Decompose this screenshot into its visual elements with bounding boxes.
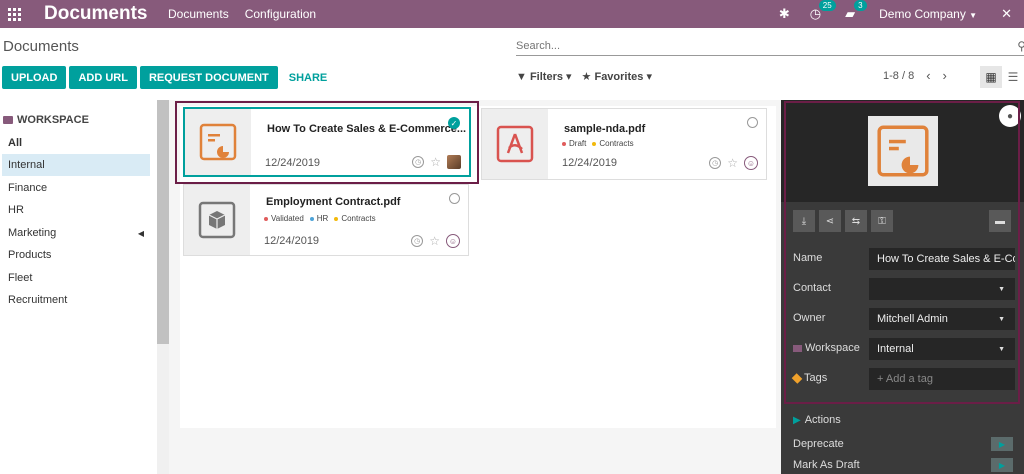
list-view-icon[interactable]: ☰ (1002, 66, 1024, 88)
messages-icon[interactable]: ▰ 3 (845, 0, 867, 22)
search-bar: ⚲ (516, 38, 1024, 56)
tag-contracts: Contracts (334, 214, 376, 223)
request-document-button[interactable]: REQUEST DOCUMENT (139, 66, 278, 89)
add-url-button[interactable]: ADD URL (69, 66, 137, 89)
activity-count-badge: 25 (818, 0, 836, 11)
sidebar-item-all[interactable]: All (2, 132, 150, 154)
actions-toggle[interactable]: ▶ Actions (793, 414, 841, 426)
tag-hr: HR (309, 214, 328, 223)
page-title: Documents (3, 38, 79, 55)
pager-value[interactable]: 1-8 / 8 (883, 70, 914, 82)
card-name[interactable]: sample-nda.pdf (564, 123, 645, 135)
action-mark-as-draft-label: Mark As Draft (793, 459, 860, 471)
chevron-down-icon: ▼ (969, 11, 978, 20)
pager: 1-8 / 8 ‹ › (883, 69, 947, 82)
archive-box-icon (198, 201, 236, 239)
tag-contracts: Contracts (592, 139, 634, 148)
menu-configuration[interactable]: Configuration (245, 7, 316, 21)
scrollbar-thumb[interactable] (157, 100, 169, 344)
caret-left-icon[interactable]: ◀ (138, 229, 144, 238)
apps-menu-icon[interactable] (0, 0, 28, 28)
sidebar-item-hr[interactable]: HR (2, 199, 150, 221)
star-icon[interactable]: ☆ (429, 235, 440, 247)
play-icon: ▶ (793, 414, 801, 426)
messages-count-badge: 3 (854, 0, 867, 11)
sidebar-item-marketing[interactable]: Marketing ◀ (2, 222, 150, 244)
sidebar-item-internal[interactable]: Internal (2, 154, 150, 176)
card-thumbnail (482, 109, 548, 179)
pager-next-icon[interactable]: › (943, 69, 947, 82)
tag-draft: Draft (562, 139, 586, 148)
sidebar-item-recruitment[interactable]: Recruitment (2, 289, 150, 311)
kanban-view-icon[interactable]: ▦ (980, 66, 1002, 88)
activity-clock-icon[interactable]: ◷ 25 (810, 0, 836, 22)
upload-button[interactable]: UPLOAD (2, 66, 67, 89)
action-deprecate-label: Deprecate (793, 438, 844, 450)
activity-clock-icon[interactable]: ◷ (709, 157, 722, 169)
run-mark-as-draft-button[interactable]: ▶ (991, 458, 1013, 472)
top-navbar: Documents Documents Configuration ✱ ◷ 25 … (0, 0, 1024, 28)
avatar: ☺ (744, 156, 758, 170)
bug-icon[interactable]: ✱ (779, 6, 790, 22)
tag-validated: Validated (264, 214, 304, 223)
filters-dropdown[interactable]: ▼ Filters ▾ (516, 70, 572, 83)
company-name: Demo Company (879, 7, 966, 21)
workspace-sidebar: WORKSPACE All Internal Finance HR Market… (0, 100, 157, 474)
run-deprecate-button[interactable]: ▶ (991, 437, 1013, 451)
app-title: Documents (44, 3, 148, 24)
highlight-box-details (784, 101, 1020, 404)
activity-clock-icon[interactable]: ◷ (411, 235, 424, 247)
card-name[interactable]: Employment Contract.pdf (266, 196, 400, 208)
select-circle-icon[interactable] (449, 193, 460, 204)
card-date: 12/24/2019 (562, 157, 618, 169)
sidebar-item-fleet[interactable]: Fleet (2, 267, 150, 289)
star-icon[interactable]: ☆ (727, 157, 738, 169)
tools-icon[interactable]: ✕ (1001, 6, 1012, 22)
company-switcher[interactable]: Demo Company ▼ (879, 7, 977, 21)
document-card-employment-contract[interactable]: Employment Contract.pdf Validated HR Con… (183, 184, 469, 256)
share-button[interactable]: SHARE (289, 66, 328, 89)
favorites-dropdown[interactable]: ★ Favorites ▾ (582, 70, 652, 83)
document-card-sample-nda[interactable]: sample-nda.pdf Draft Contracts 12/24/201… (481, 108, 767, 180)
sidebar-scrollbar[interactable] (157, 100, 169, 474)
folder-icon (3, 116, 13, 124)
avatar: ☺ (446, 234, 460, 248)
pdf-icon (496, 125, 534, 163)
search-input[interactable] (516, 40, 1006, 52)
sidebar-item-finance[interactable]: Finance (2, 177, 150, 199)
search-icon[interactable]: ⚲ (1017, 39, 1024, 53)
card-thumbnail (184, 185, 250, 255)
pager-previous-icon[interactable]: ‹ (926, 69, 930, 82)
workspace-header: WORKSPACE (3, 114, 89, 126)
card-date: 12/24/2019 (264, 235, 320, 247)
highlight-box-card (175, 101, 479, 184)
select-circle-icon[interactable] (747, 117, 758, 128)
sidebar-item-products[interactable]: Products (2, 244, 150, 266)
menu-documents[interactable]: Documents (168, 7, 229, 21)
